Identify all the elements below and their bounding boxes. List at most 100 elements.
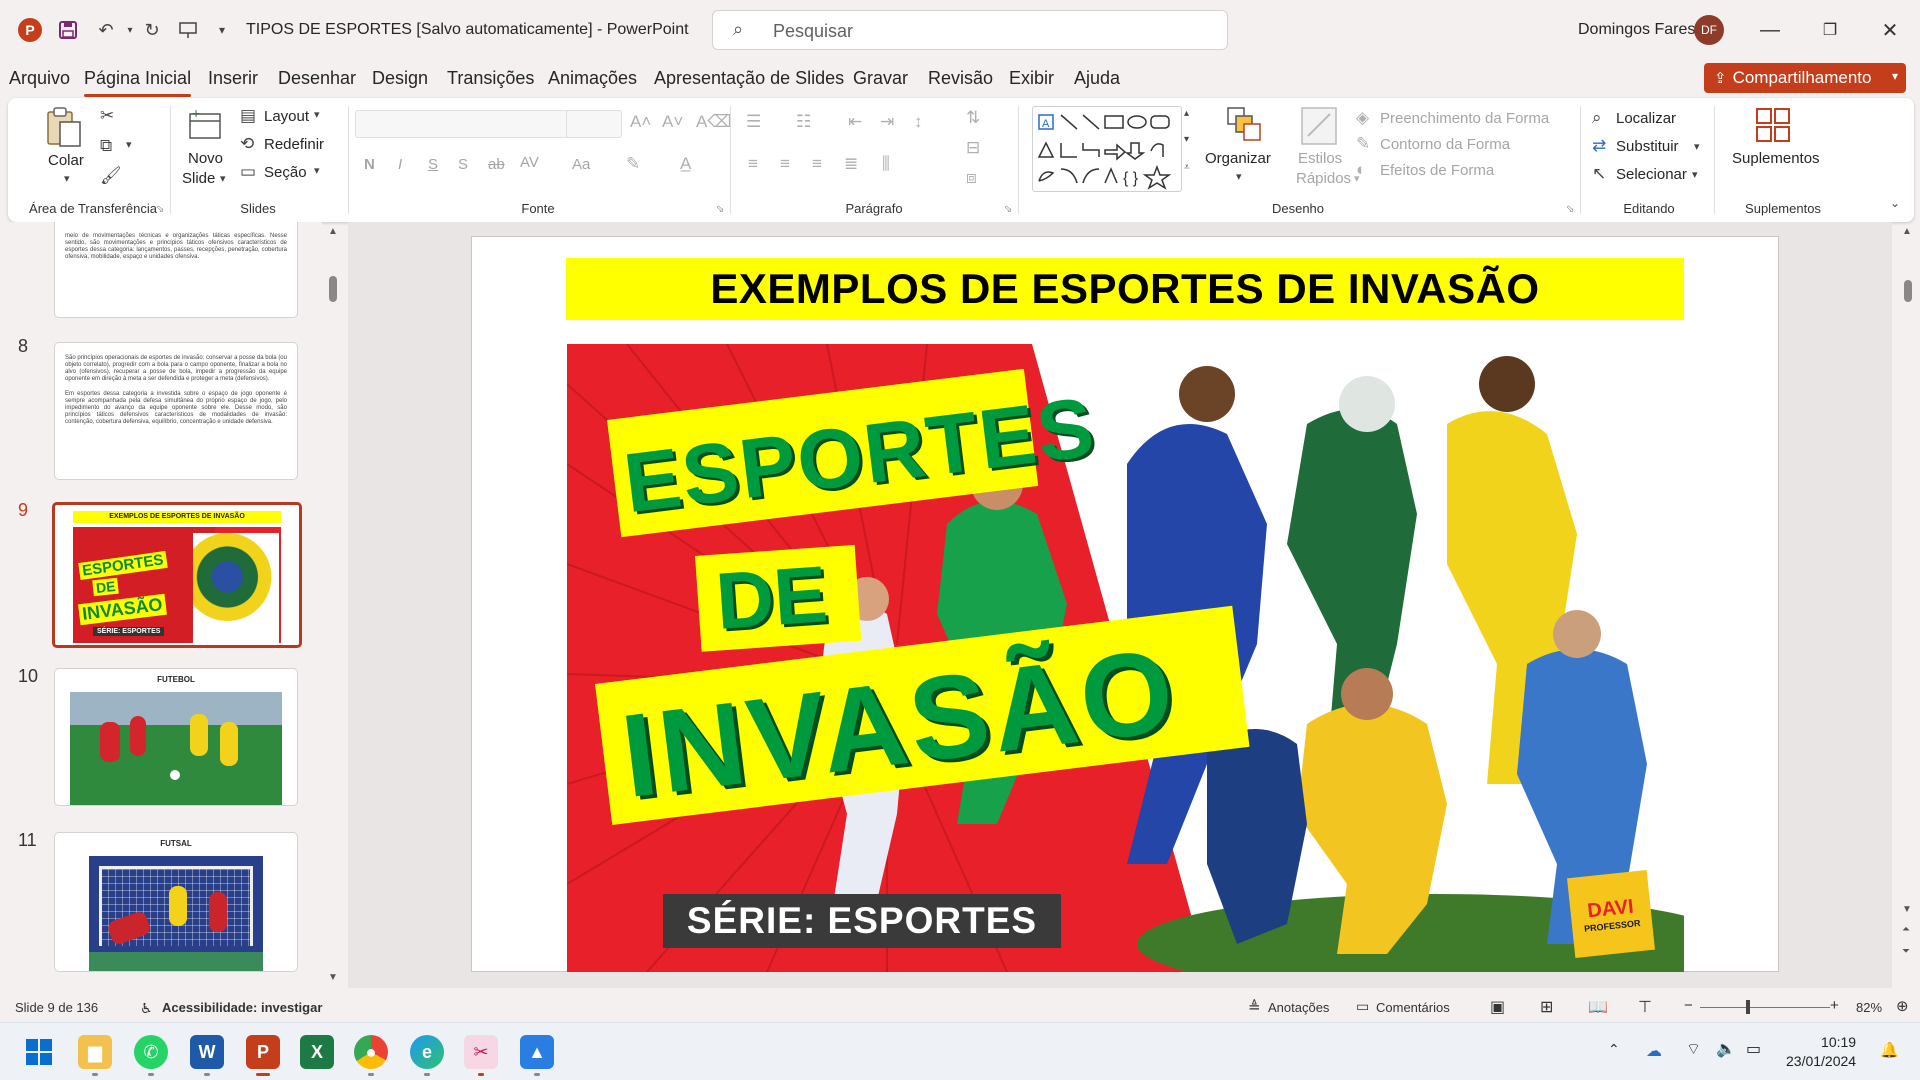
- comments-button[interactable]: Comentários: [1376, 1000, 1450, 1015]
- tab-ajuda[interactable]: Ajuda: [1074, 68, 1120, 89]
- search-placeholder[interactable]: Pesquisar: [773, 21, 853, 42]
- layout-button[interactable]: Layout: [264, 108, 309, 125]
- add-ins-icon[interactable]: [1754, 106, 1792, 149]
- add-ins-button[interactable]: Suplementos: [1732, 150, 1820, 167]
- scroll-down-icon[interactable]: ▼: [328, 972, 338, 983]
- accessibility-status[interactable]: Acessibilidade: investigar: [162, 1000, 322, 1015]
- chrome-icon[interactable]: ●: [354, 1035, 388, 1069]
- reset-icon[interactable]: ⟲: [240, 134, 254, 154]
- font-name-combo[interactable]: [355, 110, 571, 138]
- bold-button[interactable]: N: [364, 156, 375, 173]
- restore-button[interactable]: ❐: [1814, 14, 1846, 46]
- scroll-up-icon[interactable]: ▲: [328, 226, 338, 237]
- quick-styles-label-2[interactable]: Rápidos: [1296, 170, 1351, 187]
- chevron-down-icon[interactable]: ▾: [1236, 170, 1242, 183]
- volume-icon[interactable]: 🔈: [1716, 1039, 1736, 1059]
- section-button[interactable]: Seção: [264, 164, 307, 181]
- gallery-up-icon[interactable]: ▴: [1184, 108, 1189, 119]
- user-name[interactable]: Domingos Fares: [1578, 21, 1695, 39]
- zoom-out-icon[interactable]: −: [1684, 997, 1693, 1014]
- decrease-indent-icon[interactable]: ⇤: [848, 112, 862, 132]
- shape-fill-icon[interactable]: ◈: [1356, 108, 1369, 128]
- arrange-icon[interactable]: [1226, 106, 1262, 149]
- file-explorer-icon[interactable]: ▆: [78, 1035, 112, 1069]
- customize-toolbar-icon[interactable]: ▾: [210, 18, 234, 42]
- zoom-level[interactable]: 82%: [1856, 1000, 1882, 1015]
- chevron-down-icon[interactable]: ▾: [1692, 168, 1698, 181]
- section-icon[interactable]: ▭: [240, 162, 256, 182]
- replace-button[interactable]: Substituir: [1616, 138, 1679, 155]
- decrease-font-icon[interactable]: A˅: [662, 112, 683, 132]
- cover-image[interactable]: ESPORTES DE INVASÃO SÉRIE: ESPORTES DAVI…: [567, 344, 1684, 972]
- tab-animacoes[interactable]: Animações: [548, 68, 637, 89]
- strikethrough-button[interactable]: ab: [488, 156, 505, 173]
- find-icon[interactable]: ⌕: [1592, 108, 1602, 128]
- gallery-down-icon[interactable]: ▾: [1184, 134, 1189, 145]
- chevron-down-icon[interactable]: ▾: [220, 172, 226, 185]
- snipping-tool-icon[interactable]: ✂: [464, 1035, 498, 1069]
- slide-title-box[interactable]: EXEMPLOS DE ESPORTES DE INVASÃO: [566, 258, 1684, 320]
- clear-formatting-icon[interactable]: A⌫: [696, 112, 731, 132]
- text-direction-icon[interactable]: ⇅: [966, 108, 980, 128]
- clock[interactable]: 10:19 23/01/2024: [1786, 1033, 1856, 1071]
- increase-indent-icon[interactable]: ⇥: [880, 112, 894, 132]
- shape-fill-button[interactable]: Preenchimento da Forma: [1380, 110, 1549, 127]
- smartart-icon[interactable]: ⧈: [966, 168, 977, 188]
- highlight-icon[interactable]: ✎: [626, 154, 640, 174]
- dialog-launcher-icon[interactable]: ⬂: [156, 204, 164, 215]
- notifications-icon[interactable]: 🔔: [1880, 1041, 1899, 1059]
- close-button[interactable]: ✕: [1874, 14, 1906, 46]
- quick-styles-label-1[interactable]: Estilos: [1298, 150, 1342, 167]
- increase-font-icon[interactable]: A˄: [630, 112, 651, 132]
- previous-slide-icon[interactable]: ⏶: [1902, 924, 1910, 935]
- slide-thumbnail-9[interactable]: EXEMPLOS DE ESPORTES DE INVASÃO ESPORTES…: [52, 502, 302, 648]
- chevron-down-icon[interactable]: ▾: [64, 172, 70, 185]
- tab-transicoes[interactable]: Transições: [447, 68, 534, 89]
- select-icon[interactable]: ↖: [1592, 164, 1606, 184]
- bullets-icon[interactable]: ☰: [746, 112, 761, 132]
- chevron-down-icon[interactable]: ▾: [1892, 69, 1898, 83]
- notes-button[interactable]: Anotações: [1268, 1000, 1329, 1015]
- start-icon[interactable]: [22, 1035, 56, 1069]
- undo-dropdown-icon[interactable]: ▾: [118, 18, 142, 42]
- tab-design[interactable]: Design: [372, 68, 428, 89]
- edge-icon[interactable]: e: [410, 1035, 444, 1069]
- canvas-scrollbar[interactable]: ▲ ▼ ⏶ ⏷: [1896, 222, 1920, 988]
- cut-icon[interactable]: ✂: [100, 106, 114, 126]
- search-box[interactable]: ⌕ Pesquisar: [712, 10, 1228, 50]
- tab-pagina-inicial[interactable]: Página Inicial: [84, 68, 192, 97]
- shapes-gallery[interactable]: A { }: [1032, 106, 1182, 192]
- tab-arquivo[interactable]: Arquivo: [9, 68, 70, 89]
- tab-revisao[interactable]: Revisão: [928, 68, 993, 89]
- zoom-slider-thumb[interactable]: [1746, 1000, 1750, 1014]
- slide-sorter-icon[interactable]: ⊞: [1540, 997, 1553, 1017]
- chevron-down-icon[interactable]: ▾: [314, 108, 320, 121]
- zoom-in-icon[interactable]: +: [1830, 997, 1839, 1014]
- undo-icon[interactable]: ↶: [94, 18, 118, 42]
- chevron-down-icon[interactable]: ▾: [126, 138, 132, 151]
- comments-icon[interactable]: ▭: [1356, 998, 1369, 1015]
- powerpoint-icon[interactable]: P: [246, 1035, 280, 1069]
- gallery-more-icon[interactable]: ⩡: [1184, 162, 1190, 173]
- accessibility-icon[interactable]: ♿: [140, 1000, 153, 1017]
- excel-icon[interactable]: X: [300, 1035, 334, 1069]
- word-icon[interactable]: W: [190, 1035, 224, 1069]
- paste-button[interactable]: Colar: [48, 152, 84, 169]
- quick-styles-icon[interactable]: [1300, 106, 1338, 151]
- onedrive-icon[interactable]: ☁: [1646, 1041, 1662, 1061]
- select-button[interactable]: Selecionar: [1616, 166, 1687, 183]
- shape-outline-button[interactable]: Contorno da Forma: [1380, 136, 1510, 153]
- scrollbar-thumb[interactable]: [329, 276, 337, 302]
- line-spacing-icon[interactable]: ↕: [914, 112, 923, 132]
- tab-inserir[interactable]: Inserir: [208, 68, 258, 89]
- scroll-up-icon[interactable]: ▲: [1902, 226, 1912, 237]
- minimize-button[interactable]: —: [1754, 14, 1786, 46]
- columns-icon[interactable]: ⫼: [882, 154, 890, 174]
- scroll-down-icon[interactable]: ▼: [1902, 904, 1912, 915]
- zoom-slider[interactable]: [1700, 1007, 1830, 1008]
- tab-desenhar[interactable]: Desenhar: [278, 68, 356, 89]
- character-spacing-button[interactable]: AV: [520, 154, 539, 171]
- slide-thumbnail-7[interactable]: meio de movimentações técnicas e organiz…: [54, 222, 298, 318]
- find-button[interactable]: Localizar: [1616, 110, 1676, 127]
- underline-button[interactable]: S: [428, 156, 438, 173]
